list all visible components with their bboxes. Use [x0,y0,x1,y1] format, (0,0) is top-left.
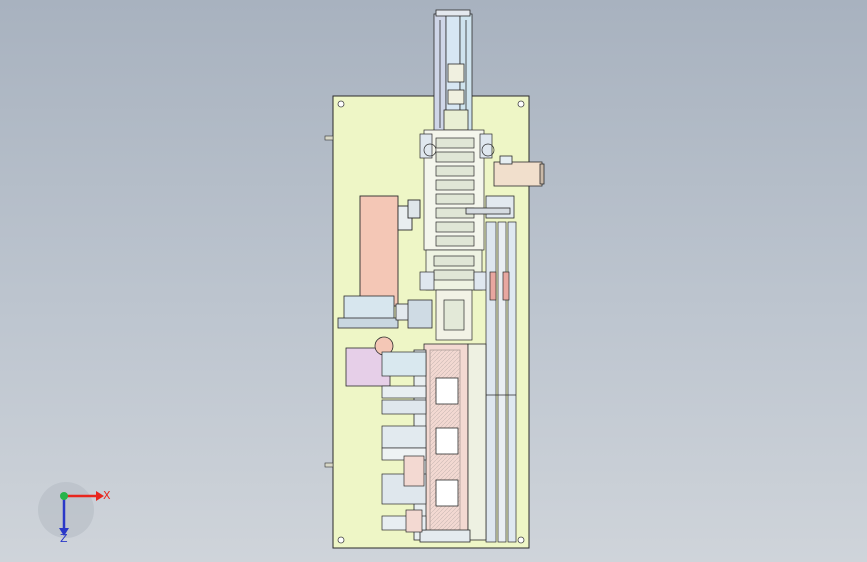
machine-assembly[interactable] [324,9,545,549]
cylinder-block[interactable] [337,295,433,329]
cad-viewport[interactable]: X Z [0,0,867,562]
coordinate-triad: X Z [38,482,111,545]
z-axis-label: Z [60,532,68,545]
y-axis-dot-icon [60,492,68,500]
guide-rails[interactable] [482,221,517,543]
x-axis-label: X [103,489,111,502]
side-pin-top [324,135,334,141]
feeder-column[interactable] [433,9,473,135]
side-pin-bottom [324,462,334,468]
